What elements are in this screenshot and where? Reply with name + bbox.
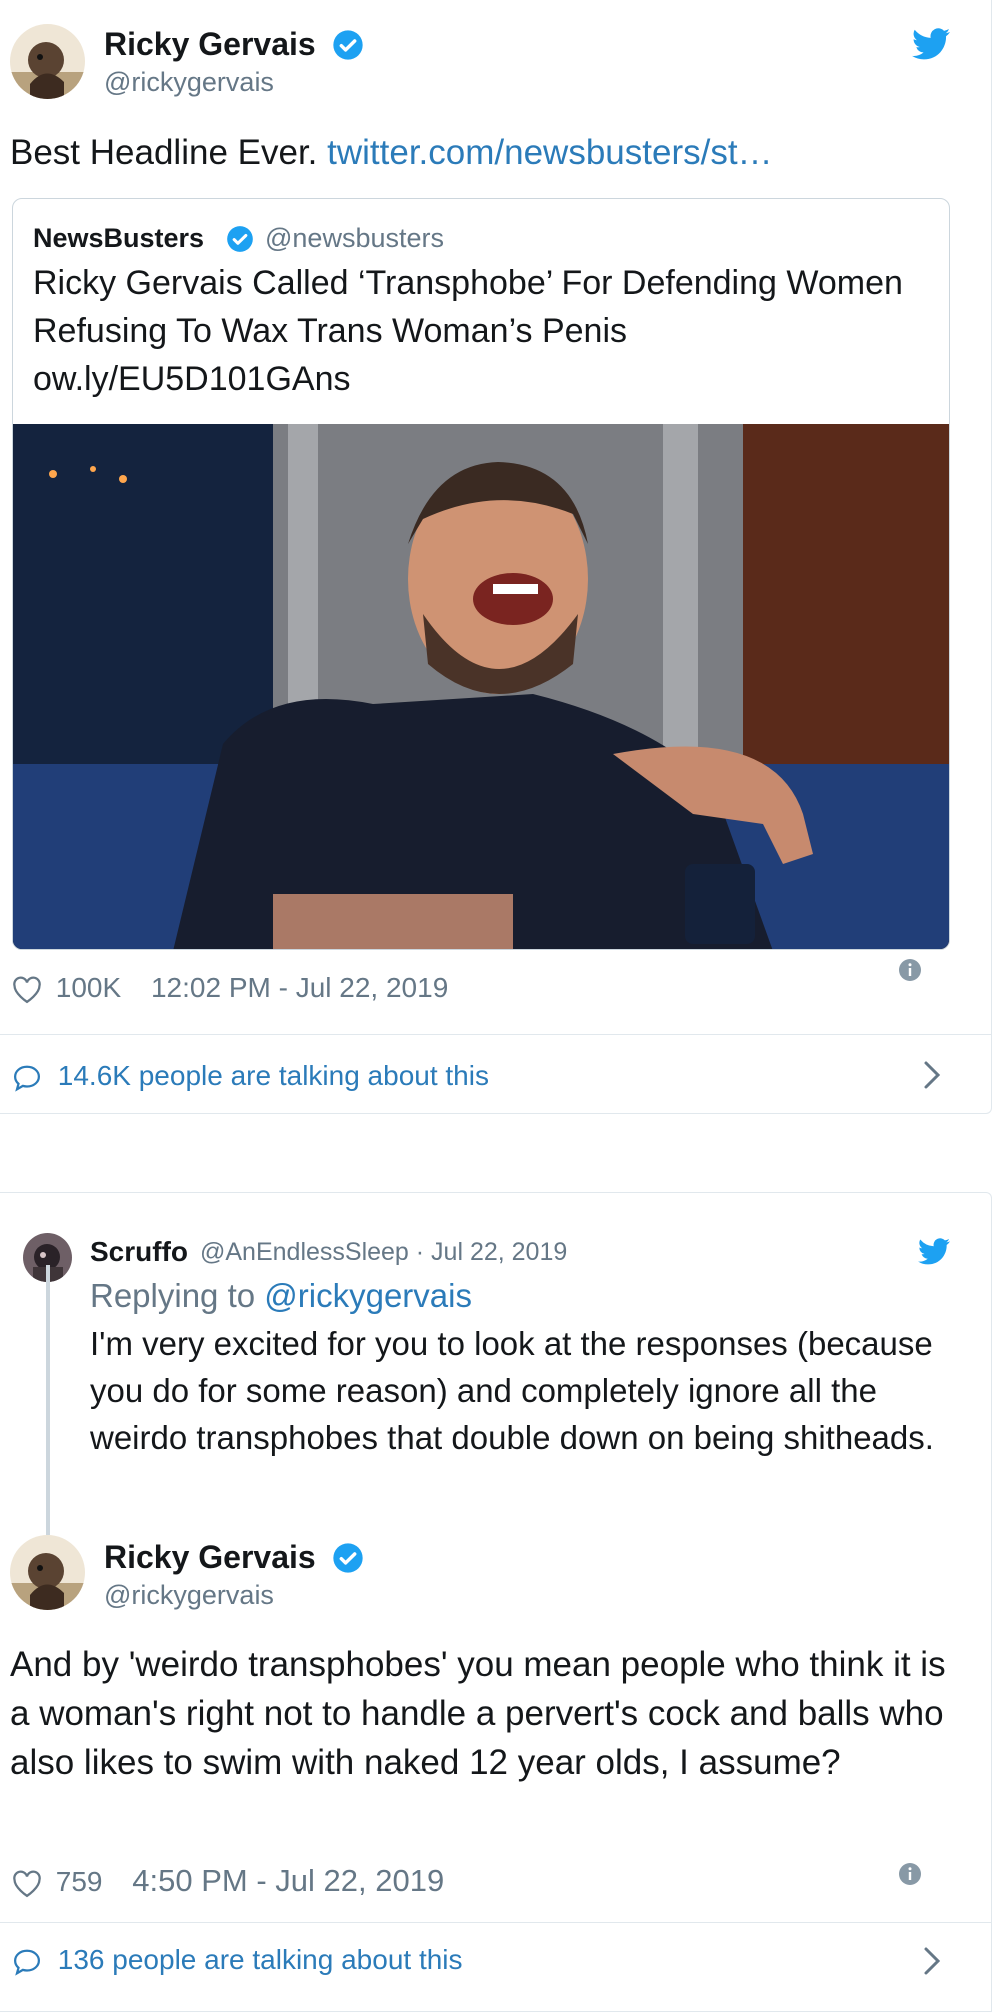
tweet-text: And by 'weirdo transphobes' you mean peo…	[10, 1645, 946, 1782]
reply-thread-line	[46, 1265, 50, 1535]
divider	[0, 1034, 992, 1035]
like-count[interactable]: 759	[56, 1866, 103, 1897]
author-name[interactable]: Ricky Gervais	[104, 26, 316, 63]
reply-text: I'm very excited for you to look at the …	[90, 1325, 934, 1456]
quote-author-handle[interactable]: @newsbusters	[265, 223, 444, 254]
verified-icon	[227, 226, 253, 252]
author-name[interactable]: Ricky Gervais	[104, 1539, 316, 1576]
tweet-text: Best Headline Ever. twitter.com/newsbust…	[10, 128, 970, 177]
talking-link[interactable]: 136 people are talking about this	[12, 1944, 463, 1977]
heart-icon[interactable]	[12, 1870, 42, 1898]
quote-author-name[interactable]: NewsBusters	[33, 223, 204, 254]
talking-text[interactable]: 14.6K people are talking about this	[58, 1060, 489, 1091]
quote-text: Ricky Gervais Called ‘Transphobe’ For De…	[33, 259, 943, 403]
verified-icon	[333, 30, 363, 60]
twitter-bird-icon[interactable]	[912, 28, 950, 60]
heart-icon[interactable]	[12, 976, 42, 1004]
replying-handle[interactable]: @rickygervais	[264, 1277, 472, 1314]
chevron-right-icon[interactable]	[922, 1060, 942, 1090]
like-count[interactable]: 100K	[56, 972, 121, 1003]
twitter-bird-icon[interactable]	[918, 1238, 950, 1265]
replying-to: Replying to @rickygervais	[90, 1277, 472, 1315]
comment-icon	[13, 1949, 41, 1976]
info-icon[interactable]	[898, 958, 922, 982]
tweet-text-body: Best Headline Ever.	[10, 133, 318, 172]
reply-author-name[interactable]: Scruffo	[90, 1236, 188, 1268]
comment-icon	[13, 1065, 41, 1092]
talking-link[interactable]: 14.6K people are talking about this	[12, 1060, 489, 1093]
divider	[0, 1922, 992, 1923]
chevron-right-icon[interactable]	[922, 1946, 942, 1976]
tweet-link[interactable]: twitter.com/newsbusters/st…	[327, 133, 772, 172]
reply-author-handle[interactable]: @AnEndlessSleep · Jul 22, 2019	[200, 1238, 567, 1267]
timestamp[interactable]: 4:50 PM - Jul 22, 2019	[132, 1863, 444, 1898]
info-icon[interactable]	[898, 1862, 922, 1886]
author-handle[interactable]: @rickygervais	[104, 1580, 274, 1611]
talking-text[interactable]: 136 people are talking about this	[58, 1944, 463, 1975]
quote-headline: Ricky Gervais Called ‘Transphobe’ For De…	[33, 264, 903, 350]
replying-label: Replying to	[90, 1277, 256, 1314]
verified-icon	[333, 1543, 363, 1573]
quote-link[interactable]: ow.ly/EU5D101GAns	[33, 355, 943, 403]
timestamp[interactable]: 12:02 PM - Jul 22, 2019	[151, 972, 448, 1003]
author-avatar[interactable]	[10, 24, 85, 99]
tweet-meta: 759 4:50 PM - Jul 22, 2019	[12, 1863, 444, 1899]
quote-image[interactable]	[13, 424, 949, 949]
author-handle[interactable]: @rickygervais	[104, 67, 274, 98]
tweet-meta: 100K 12:02 PM - Jul 22, 2019	[12, 972, 448, 1004]
quoted-tweet[interactable]: NewsBusters @newsbusters Ricky Gervais C…	[12, 198, 950, 950]
author-avatar[interactable]	[10, 1535, 85, 1610]
